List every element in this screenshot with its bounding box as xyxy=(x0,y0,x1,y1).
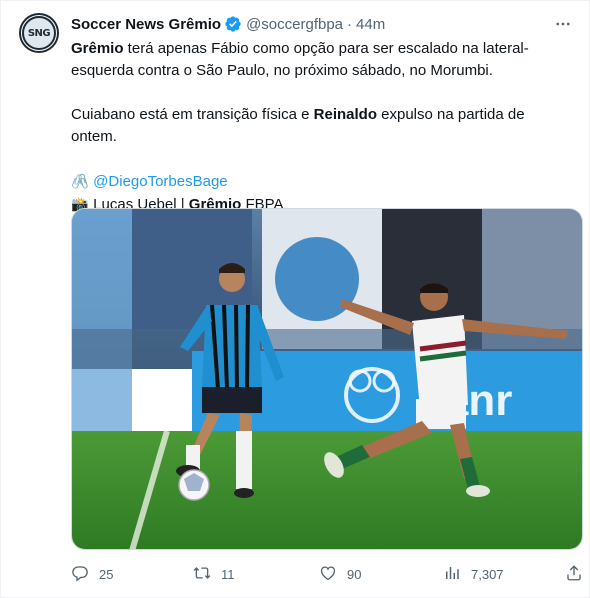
author-handle[interactable]: @soccergfbpa xyxy=(246,16,343,33)
tweet-actions: 25 11 90 7,307 xyxy=(71,564,583,584)
author-display-name[interactable]: Soccer News Grêmio xyxy=(71,16,221,33)
tweet-header: Soccer News Grêmio @soccergfbpa · 44m xyxy=(71,14,575,34)
paperclip-emoji: 🖇️ xyxy=(71,173,89,189)
tweet-paragraph-2: Cuiabano está em transição física e Rein… xyxy=(71,104,571,148)
tweet-text: Grêmio terá apenas Fábio como opção para… xyxy=(71,38,571,216)
retweet-icon xyxy=(193,564,221,585)
tweet-paragraph-3: 🖇️ @DiegoTorbesBage xyxy=(71,170,571,193)
retweet-button[interactable]: 11 xyxy=(193,564,235,584)
share-button[interactable] xyxy=(565,564,590,584)
mention-link[interactable]: @DiegoTorbesBage xyxy=(93,173,227,190)
tweet-paragraph-1: Grêmio terá apenas Fábio como opção para… xyxy=(71,38,571,82)
like-icon xyxy=(319,564,347,585)
bold-reinaldo: Reinaldo xyxy=(313,106,377,123)
bold-gremio: Grêmio xyxy=(71,40,124,57)
avatar-logo: SNG xyxy=(22,16,56,50)
tweet-timestamp[interactable]: 44m xyxy=(356,16,385,33)
author-avatar[interactable]: SNG xyxy=(19,13,59,53)
verified-badge-icon xyxy=(224,15,242,33)
paragraph-text: Cuiabano está em transição física e xyxy=(71,106,314,123)
retweet-count: 11 xyxy=(221,566,235,582)
more-icon[interactable] xyxy=(551,14,575,34)
views-icon xyxy=(443,564,471,585)
tweet-card[interactable]: SNG Soccer News Grêmio @soccergfbpa · 44… xyxy=(0,0,590,598)
views-button[interactable]: 7,307 xyxy=(443,564,504,584)
reply-count: 25 xyxy=(99,566,114,582)
soccer-match-photo: banr xyxy=(72,209,582,549)
like-button[interactable]: 90 xyxy=(319,564,361,584)
paragraph-text: terá apenas Fábio como opção para ser es… xyxy=(71,40,529,79)
separator-dot: · xyxy=(347,15,353,33)
share-icon xyxy=(565,564,590,585)
reply-icon xyxy=(71,564,99,585)
tweet-photo[interactable]: banr xyxy=(71,208,583,550)
like-count: 90 xyxy=(347,566,362,582)
reply-button[interactable]: 25 xyxy=(71,564,113,584)
views-count: 7,307 xyxy=(471,566,504,582)
